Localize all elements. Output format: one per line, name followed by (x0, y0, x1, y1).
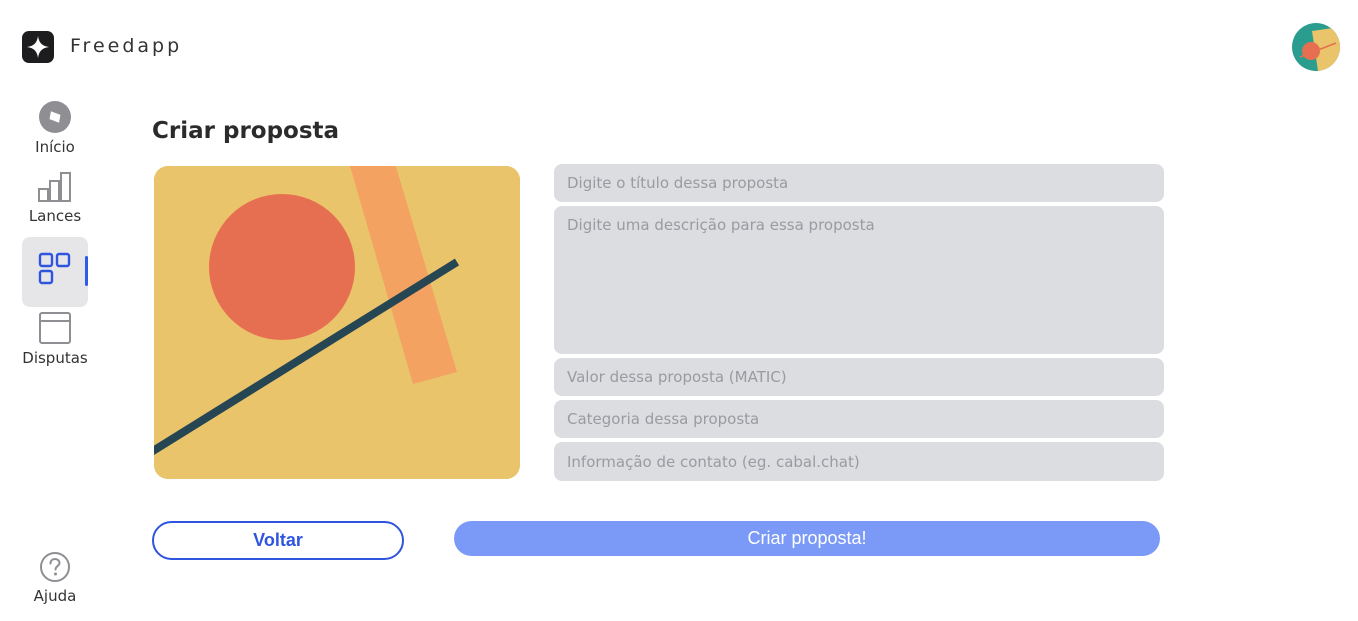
sidebar-item-inicio[interactable]: Início (0, 100, 110, 156)
sidebar-item-lances[interactable]: Lances (0, 171, 110, 225)
proposal-image[interactable] (154, 166, 520, 479)
browser-window-icon (39, 312, 71, 344)
app-page: Freedapp Início Lances Disputas Ajuda Cr… (0, 0, 1358, 621)
proposal-value-input[interactable] (554, 358, 1164, 396)
proposal-description-input[interactable] (554, 206, 1164, 354)
proposal-title-input[interactable] (554, 164, 1164, 202)
help-icon (40, 552, 70, 582)
back-button[interactable]: Voltar (152, 521, 404, 560)
bar-chart-icon (38, 172, 71, 202)
sidebar-item-ajuda[interactable]: Ajuda (0, 551, 110, 605)
sidebar-item-label: Início (35, 138, 75, 156)
user-avatar[interactable] (1292, 23, 1340, 71)
sparkle-icon (27, 36, 49, 58)
freedapp-logo[interactable] (22, 31, 54, 63)
sidebar-item-label: Ajuda (33, 587, 77, 605)
compass-icon (39, 101, 71, 133)
create-proposal-button[interactable]: Criar proposta! (454, 521, 1160, 556)
brand-name: Freedapp (70, 35, 183, 57)
sidebar-item-label: Disputas (22, 349, 88, 367)
sidebar-item-disputas[interactable]: Disputas (0, 311, 110, 367)
grid-icon (38, 252, 71, 285)
contact-info-input[interactable] (554, 442, 1164, 481)
proposal-category-input[interactable] (554, 400, 1164, 438)
page-title: Criar proposta (152, 118, 340, 144)
sidebar-item-proposals[interactable] (0, 252, 110, 286)
sidebar-item-label: Lances (28, 207, 82, 225)
